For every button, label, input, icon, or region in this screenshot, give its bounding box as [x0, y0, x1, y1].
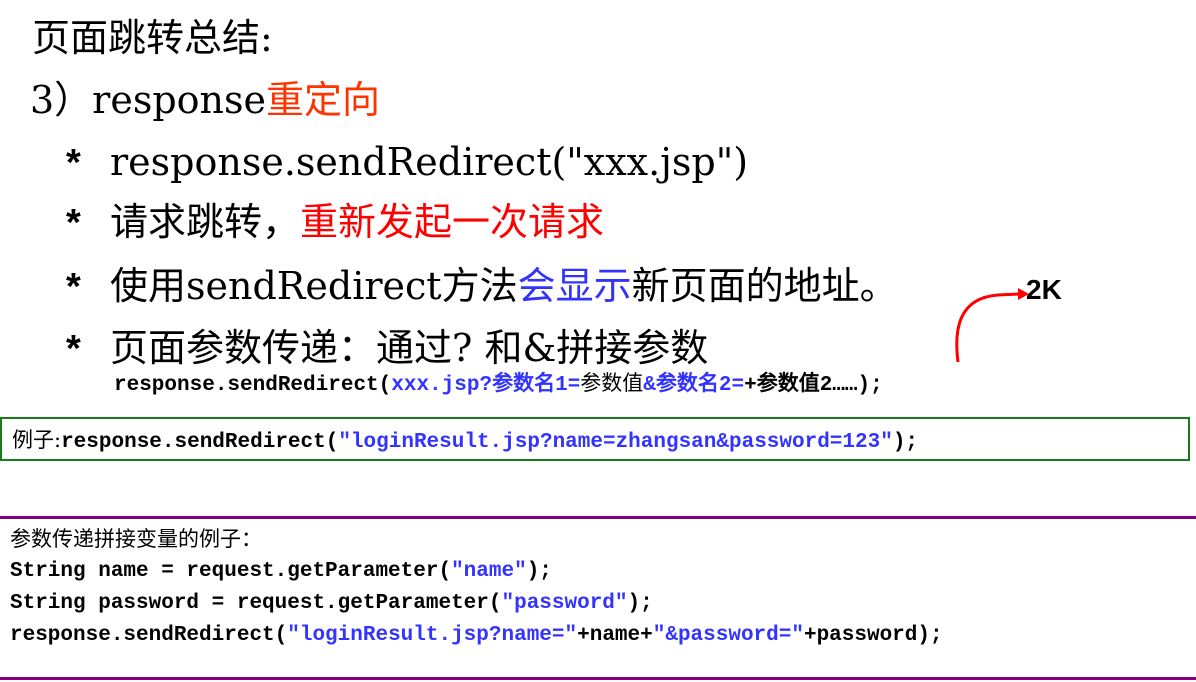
concat-heading: 参数传递拼接变量的例子： — [10, 527, 262, 551]
bullet-star: * — [66, 202, 81, 244]
syntax-line: response.sendRedirect(xxx.jsp?参数名1=参数值&参… — [114, 370, 883, 399]
divider-top — [0, 516, 1196, 519]
code-string: "password" — [501, 592, 628, 615]
section-prefix: 3）response — [30, 78, 266, 122]
annotation-label: 2K — [1026, 274, 1062, 305]
syntax-url: xxx.jsp?参数名1= — [391, 374, 581, 397]
bullet-star: * — [66, 266, 81, 308]
concat-line-1: String name = request.getParameter("name… — [10, 559, 552, 585]
concat-line-2: String password = request.getParameter("… — [10, 591, 653, 617]
bullet-text: 使用sendRedirect方法 — [110, 264, 518, 308]
bullet-text: 页面参数传递：通过? 和&拼接参数 — [110, 326, 709, 370]
divider-bottom — [0, 677, 1196, 680]
bullet-star: * — [66, 142, 81, 184]
code-text: +password); — [803, 624, 943, 647]
bullet-text-tail: 新页面的地址。 — [631, 264, 898, 308]
code-text: ); — [526, 560, 552, 583]
bullet-text: 请求跳转， — [110, 200, 301, 244]
bullet-1: * response.sendRedirect("xxx.jsp") — [66, 140, 748, 185]
slide-title: 页面跳转总结: — [32, 16, 273, 60]
bullet-highlight: 会显示 — [517, 264, 632, 308]
bullet-4: * 页面参数传递：通过? 和&拼接参数 — [66, 326, 708, 371]
syntax-param2: &参数名2= — [643, 374, 745, 397]
code-text: String name = request.getParameter( — [10, 560, 452, 583]
bullet-highlight: 重新发起一次请求 — [300, 200, 605, 244]
code-string: "name" — [451, 560, 527, 583]
code-string: "&password=" — [652, 624, 804, 647]
code-text: String password = request.getParameter( — [10, 592, 502, 615]
example-call: response.sendRedirect( — [61, 431, 339, 454]
bullet-3: * 使用sendRedirect方法会显示新页面的地址。 — [66, 264, 898, 309]
bullet-star: * — [66, 328, 81, 370]
section-heading: 3）response重定向 — [30, 78, 380, 122]
example-url: "loginResult.jsp?name=zhangsan&password=… — [338, 431, 893, 454]
syntax-tail: +参数值2……); — [744, 374, 883, 397]
code-text: +name+ — [577, 624, 653, 647]
section-highlight: 重定向 — [266, 78, 381, 122]
syntax-call: response.sendRedirect( — [114, 374, 392, 397]
code-text: response.sendRedirect( — [10, 624, 288, 647]
example-line: 例子:response.sendRedirect("loginResult.js… — [12, 427, 918, 456]
bullet-2: * 请求跳转，重新发起一次请求 — [66, 200, 604, 245]
bullet-text: response.sendRedirect("xxx.jsp") — [110, 140, 749, 184]
example-prefix: 例子: — [12, 428, 62, 452]
syntax-value1: 参数值 — [580, 371, 644, 395]
code-text: ); — [627, 592, 653, 615]
code-string: "loginResult.jsp?name=" — [287, 624, 578, 647]
example-tail: ); — [892, 431, 919, 454]
red-arrow-icon — [955, 288, 1029, 363]
concat-line-3: response.sendRedirect("loginResult.jsp?n… — [10, 623, 943, 649]
